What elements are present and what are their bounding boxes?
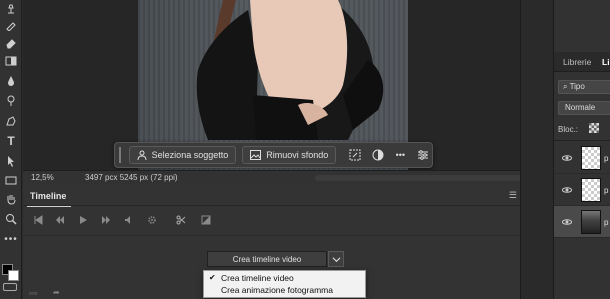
create-timeline-dropdown-toggle[interactable] — [328, 251, 344, 267]
panel-menu-icon[interactable]: ☰ — [509, 190, 517, 201]
lock-label: Bloc.: — [558, 125, 579, 134]
layer-thumbnail — [581, 146, 601, 170]
visibility-eye-icon[interactable] — [561, 185, 573, 195]
gradient-tool-icon[interactable] — [3, 54, 19, 68]
divider — [23, 235, 520, 236]
zoom-tool-icon[interactable] — [3, 212, 19, 226]
type-tool-icon[interactable]: T — [3, 134, 19, 148]
select-subject-button[interactable]: Seleziona soggetto — [128, 146, 237, 164]
menu-item-label: Crea animazione fotogramma — [221, 285, 333, 295]
render-video-icon[interactable]: ➦ — [53, 288, 60, 297]
more-options-icon[interactable]: ••• — [391, 146, 409, 164]
dodge-tool-icon[interactable] — [3, 94, 19, 108]
play-icon[interactable] — [76, 214, 90, 226]
settings-gear-icon[interactable] — [145, 214, 159, 226]
menu-item-create-video-timeline[interactable]: ✔ Crea timeline video — [204, 272, 367, 284]
blur-tool-icon[interactable] — [3, 74, 19, 88]
background-color-swatch[interactable] — [8, 270, 19, 281]
layer-thumbnail — [581, 210, 601, 234]
horizontal-scrollbar[interactable] — [315, 175, 530, 181]
layer-name: p — [604, 186, 609, 195]
quick-mask-icon[interactable] — [3, 283, 17, 291]
blend-mode-select[interactable]: Normale — [558, 101, 610, 115]
layer-row-selected[interactable]: p — [554, 206, 610, 238]
path-selection-tool-icon[interactable] — [3, 154, 19, 168]
create-timeline-menu: ✔ Crea timeline video Crea animazione fo… — [203, 270, 366, 298]
tab-libraries[interactable]: Librerie — [563, 57, 591, 67]
divider — [554, 140, 610, 141]
timeline-header: Timeline ☰ — [23, 188, 520, 207]
history-brush-tool-icon[interactable] — [3, 18, 19, 32]
rectangle-tool-icon[interactable] — [3, 173, 19, 187]
divider — [23, 205, 520, 206]
menu-item-label: Crea timeline video — [221, 273, 294, 283]
transform-icon[interactable] — [346, 146, 364, 164]
layer-name: p — [604, 154, 609, 163]
chevron-down-icon — [332, 256, 340, 262]
next-frame-icon[interactable] — [99, 214, 113, 226]
menu-item-create-frame-animation[interactable]: Crea animazione fotogramma — [204, 284, 367, 296]
visibility-eye-icon[interactable] — [561, 217, 573, 227]
status-bar: 12,5% 3497 pcx 5245 px (72 ppi) — [23, 170, 530, 184]
checkmark-icon: ✔ — [209, 273, 216, 282]
timeline-footer: ▫▫▫ ➦ — [23, 288, 203, 299]
document-info: 3497 pcx 5245 px (72 ppi) — [85, 173, 178, 182]
audio-icon[interactable] — [122, 214, 136, 226]
timeline-tab[interactable]: Timeline — [30, 191, 66, 201]
image-icon — [250, 150, 262, 160]
pen-tool-icon[interactable] — [3, 114, 19, 128]
panel-tabs: Librerie Li — [554, 52, 610, 72]
layer-name: p — [604, 218, 609, 227]
collapsed-panel-strip — [520, 0, 553, 299]
adjustment-icon[interactable] — [369, 146, 387, 164]
tab-layers[interactable]: Li — [602, 57, 610, 67]
previous-frame-icon[interactable] — [53, 214, 67, 226]
select-subject-label: Seleziona soggetto — [151, 150, 229, 160]
remove-background-button[interactable]: Rimuovi sfondo — [242, 146, 337, 164]
hand-tool-icon[interactable] — [3, 192, 19, 206]
layer-row[interactable]: p — [554, 142, 610, 174]
task-bar-settings-icon[interactable] — [414, 146, 432, 164]
tools-toolbar: T ••• — [0, 0, 22, 299]
remove-background-label: Rimuovi sfondo — [266, 150, 329, 160]
task-bar-drag-handle[interactable] — [119, 147, 123, 163]
document-canvas[interactable]: Seleziona soggetto Rimuovi sfondo ••• — [23, 0, 520, 170]
lock-transparent-pixels-icon[interactable] — [589, 123, 599, 133]
layers-panel: Librerie Li ⌕ Tipo Normale Bloc.: p p p — [553, 0, 610, 299]
frame-conversion-icon[interactable]: ▫▫▫ — [29, 289, 38, 298]
transition-icon[interactable] — [199, 214, 213, 226]
contextual-task-bar: Seleziona soggetto Rimuovi sfondo ••• — [114, 142, 433, 168]
layer-filter-select[interactable]: ⌕ Tipo — [558, 80, 610, 94]
split-at-playhead-icon[interactable] — [174, 214, 188, 226]
clone-stamp-tool-icon[interactable] — [3, 2, 19, 16]
eraser-tool-icon[interactable] — [3, 36, 19, 50]
layer-thumbnail — [581, 178, 601, 202]
layer-row[interactable]: p — [554, 174, 610, 206]
layer-filter-value: Tipo — [569, 82, 585, 91]
go-to-first-frame-icon[interactable] — [31, 214, 45, 226]
visibility-eye-icon[interactable] — [561, 153, 573, 163]
zoom-level[interactable]: 12,5% — [31, 173, 54, 182]
create-video-timeline-button[interactable]: Crea timeline video — [207, 251, 327, 267]
person-icon — [137, 150, 147, 160]
more-tools-icon[interactable]: ••• — [3, 232, 19, 246]
